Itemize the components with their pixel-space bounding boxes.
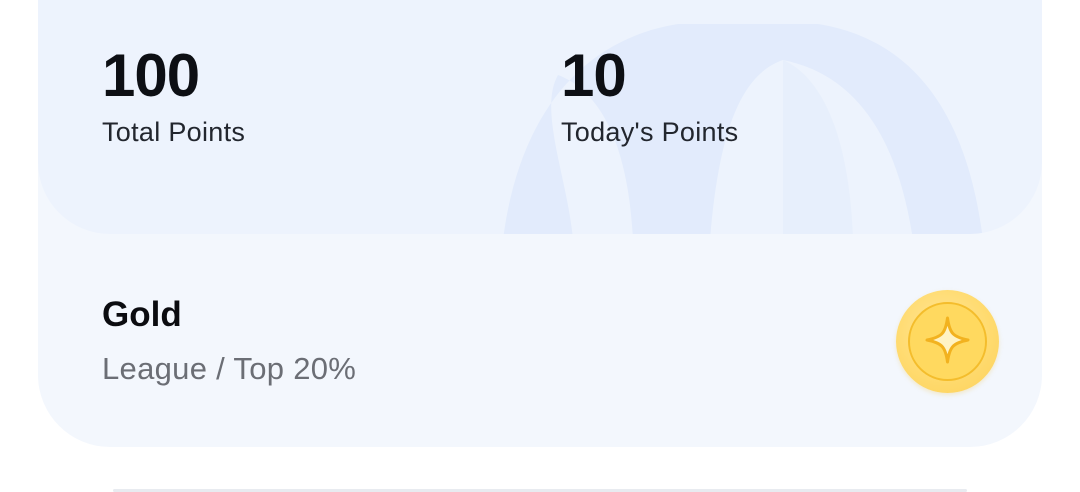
star-icon (925, 316, 970, 364)
points-summary-panel: 100 Total Points 10 Today's Points (38, 0, 1042, 234)
league-subtitle: League / Top 20% (102, 351, 357, 386)
gold-coin-icon (896, 290, 999, 393)
total-points-value: 100 (102, 42, 200, 109)
todays-points-stat: 10 Today's Points (561, 44, 738, 148)
todays-points-label: Today's Points (561, 117, 739, 147)
league-title: Gold (102, 295, 182, 334)
league-info[interactable]: Gold League / Top 20% (102, 294, 356, 388)
total-points-stat: 100 Total Points (102, 44, 245, 148)
total-points-label: Total Points (102, 117, 246, 147)
points-screen: 100 Total Points 10 Today's Points Gold … (0, 0, 1080, 492)
points-card: 100 Total Points 10 Today's Points Gold … (38, 0, 1042, 447)
todays-points-value: 10 (561, 42, 627, 109)
